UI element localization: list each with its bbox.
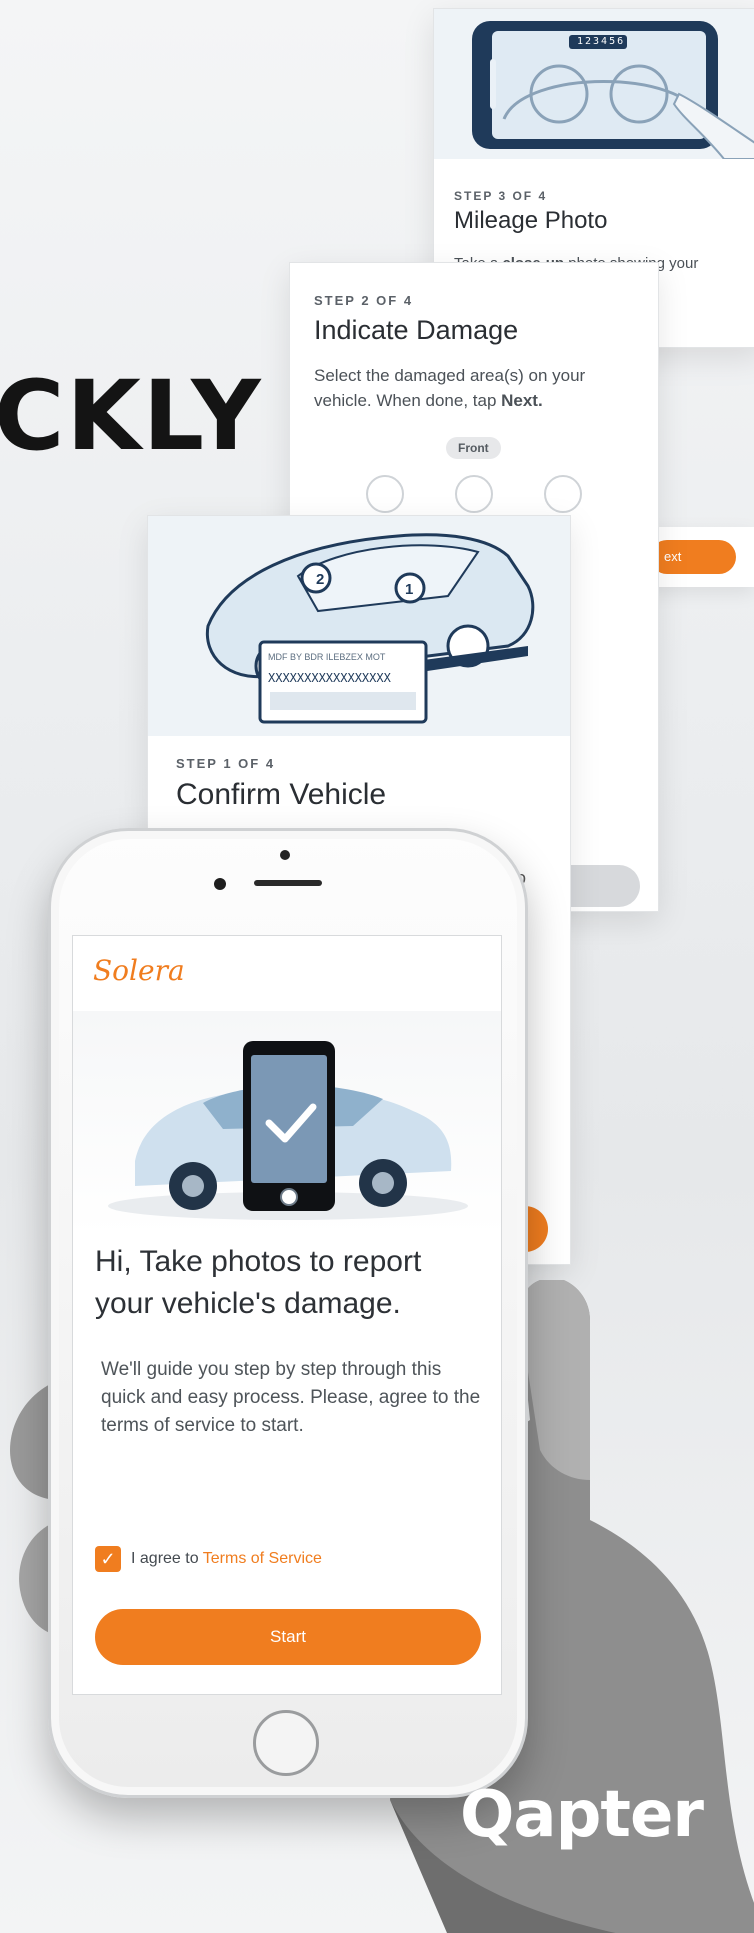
step2-label: STEP 2 OF 4 <box>314 293 414 308</box>
damage-zone-center[interactable] <box>455 475 493 513</box>
hero-illustration <box>73 1011 501 1236</box>
agree-prefix: I agree to <box>131 1550 203 1567</box>
qapter-logo: Qapter <box>460 1778 704 1852</box>
marker-1: 1 <box>405 581 414 598</box>
solera-logo: Solera <box>93 954 185 987</box>
next-button[interactable]: ext <box>650 540 736 574</box>
damage-zone-right[interactable] <box>544 475 582 513</box>
vehicle-illustration: 2 1 MDF BY BDR ILEBZEX MOT XXXXXXXXXXXXX… <box>148 516 570 736</box>
agree-checkbox[interactable]: ✓ <box>95 1546 121 1572</box>
step1-title: Confirm Vehicle <box>176 778 387 811</box>
step2-desc-text: Select the damaged area(s) on your vehic… <box>314 366 586 410</box>
agree-label: I agree to Terms of Service <box>131 1550 322 1568</box>
step2-desc-bold: Next. <box>501 391 543 410</box>
start-button[interactable]: Start <box>95 1609 481 1665</box>
terms-agree-row: ✓ I agree to Terms of Service <box>95 1546 322 1572</box>
step2-title: Indicate Damage <box>314 315 519 345</box>
camera-dot <box>280 850 290 860</box>
step2-desc: Select the damaged area(s) on your vehic… <box>314 363 634 413</box>
odometer-illustration: 123456 <box>434 9 754 160</box>
headline-fragment: CKLY <box>0 360 263 472</box>
step3-label: STEP 3 OF 4 <box>454 189 548 203</box>
front-camera <box>214 878 226 890</box>
terms-of-service-link[interactable]: Terms of Service <box>203 1550 322 1567</box>
damage-zone-left[interactable] <box>366 475 404 513</box>
marker-2: 2 <box>316 571 325 588</box>
welcome-body: We'll guide you step by step through thi… <box>101 1359 481 1436</box>
front-pill[interactable]: Front <box>446 437 501 459</box>
phone-screen: Solera Hi, Take photos to report your ve… <box>72 935 502 1695</box>
step1-label: STEP 1 OF 4 <box>176 756 276 771</box>
welcome-headline: Hi, Take photos to report your vehicle's… <box>95 1245 422 1320</box>
speaker-grille <box>254 880 322 886</box>
home-button[interactable] <box>253 1710 319 1776</box>
vin-top-text: MDF BY BDR ILEBZEX MOT <box>268 652 386 662</box>
odometer-reading: 123456 <box>577 36 626 47</box>
vin-code: XXXXXXXXXXXXXXXXX <box>268 671 391 685</box>
step3-title: Mileage Photo <box>454 207 608 234</box>
